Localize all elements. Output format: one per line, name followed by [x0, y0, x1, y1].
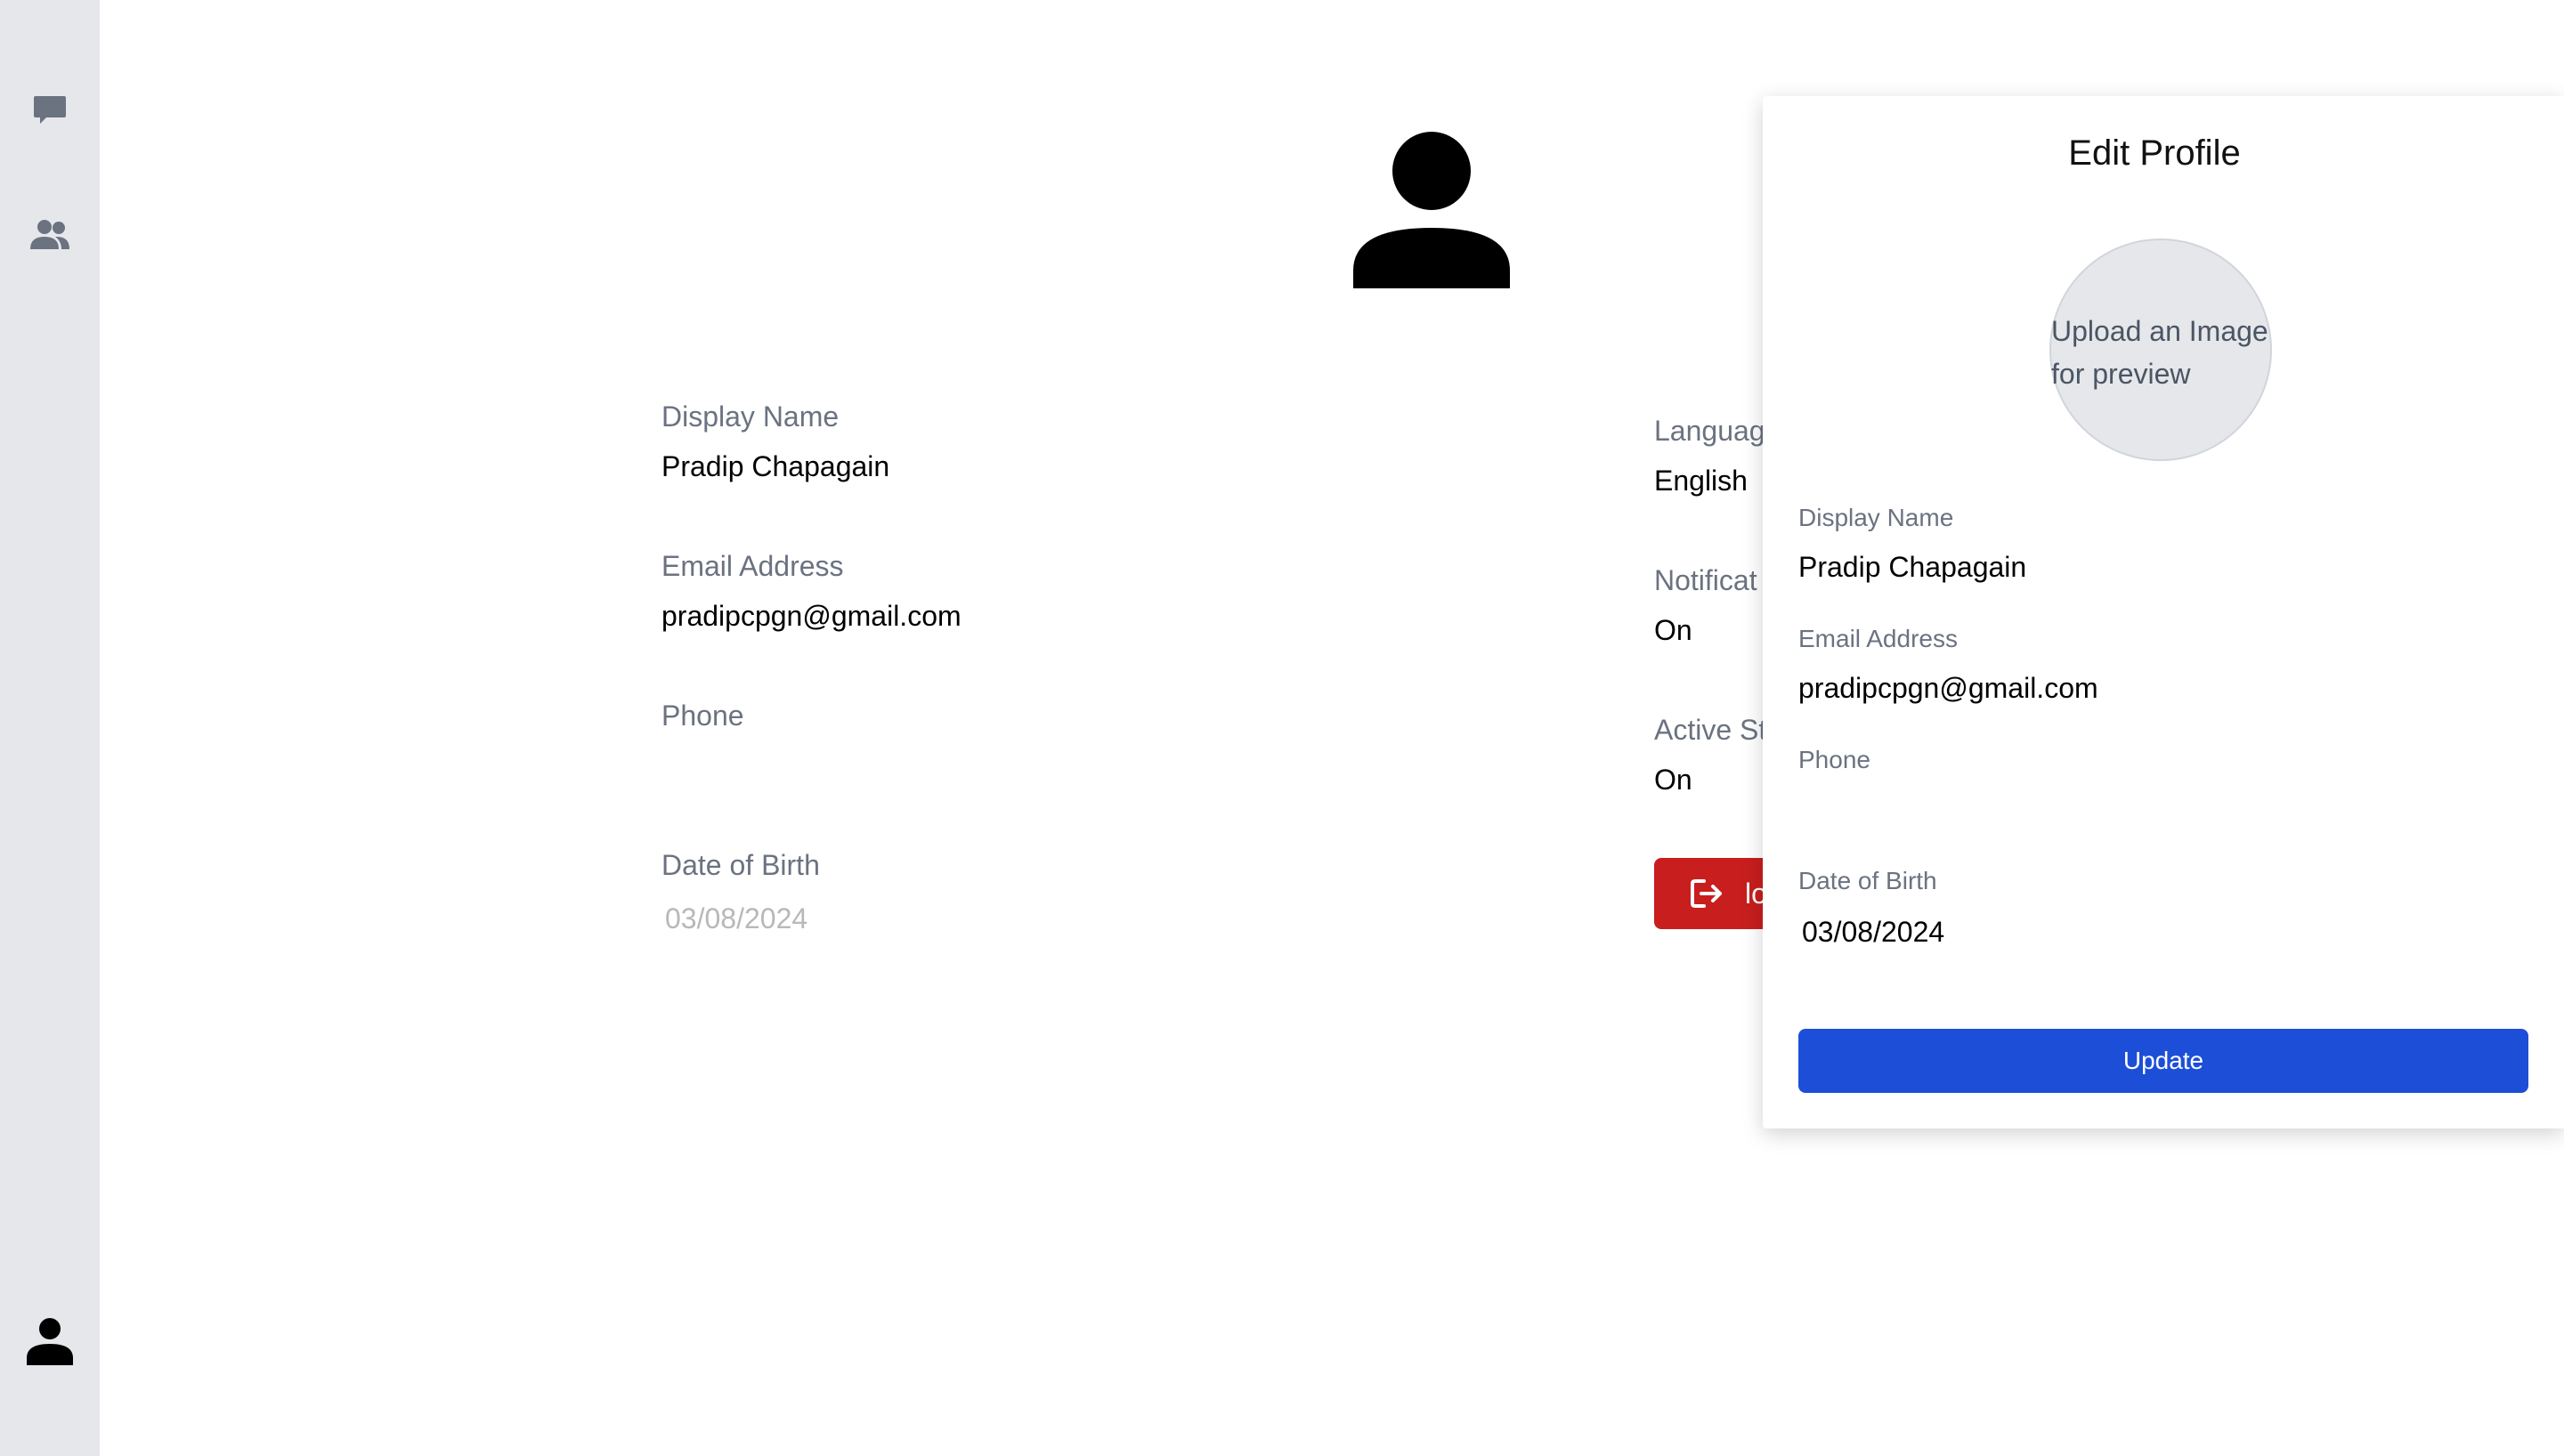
edit-profile-title: Edit Profile: [2068, 133, 2241, 173]
update-button[interactable]: Update: [1798, 1029, 2528, 1093]
dob-value: 03/08/2024: [665, 902, 808, 934]
phone-label: Phone: [661, 700, 744, 732]
sidebar-item-profile[interactable]: [25, 1315, 75, 1365]
chat-bubble-icon: [34, 96, 66, 124]
edit-display-name-label: Display Name: [1798, 504, 1954, 531]
email-value: pradipcpgn@gmail.com: [661, 600, 961, 632]
email-label: Email Address: [661, 550, 844, 582]
edit-dob-input[interactable]: 03/08/2024: [1802, 910, 2532, 954]
notifications-value: On: [1654, 614, 1692, 646]
edit-profile-panel: Edit Profile Upload an Image for preview…: [1763, 96, 2564, 1128]
sidebar-item-chats[interactable]: [25, 85, 75, 135]
display-name-label: Display Name: [661, 400, 840, 433]
edit-phone-input[interactable]: [1798, 787, 2528, 831]
notifications-label: Notificat: [1654, 564, 1757, 596]
active-status-value: On: [1654, 764, 1692, 796]
image-upload-dropzone[interactable]: Upload an Image for preview: [2049, 239, 2272, 461]
profile-avatar-icon: [1353, 132, 1510, 288]
language-label: Languag: [1654, 415, 1765, 447]
sidebar: [0, 0, 100, 1456]
app-root: Display Name Pradip Chapagain Email Addr…: [0, 0, 2564, 1456]
display-name-value: Pradip Chapagain: [661, 450, 890, 482]
active-status-label: Active St: [1654, 714, 1767, 746]
logout-icon: [1691, 879, 1722, 908]
edit-email-label: Email Address: [1798, 625, 1958, 652]
edit-dob-label: Date of Birth: [1798, 867, 1937, 894]
edit-email-input[interactable]: pradipcpgn@gmail.com: [1798, 666, 2528, 710]
edit-phone-label: Phone: [1798, 746, 1870, 773]
language-value: English: [1654, 465, 1748, 497]
users-icon: [30, 220, 69, 249]
sidebar-item-contacts[interactable]: [25, 210, 75, 260]
upload-hint-text: Upload an Image for preview: [2051, 315, 2268, 390]
edit-display-name-input[interactable]: Pradip Chapagain: [1798, 545, 2528, 589]
dob-label: Date of Birth: [661, 849, 820, 881]
user-profile-icon: [27, 1318, 73, 1365]
